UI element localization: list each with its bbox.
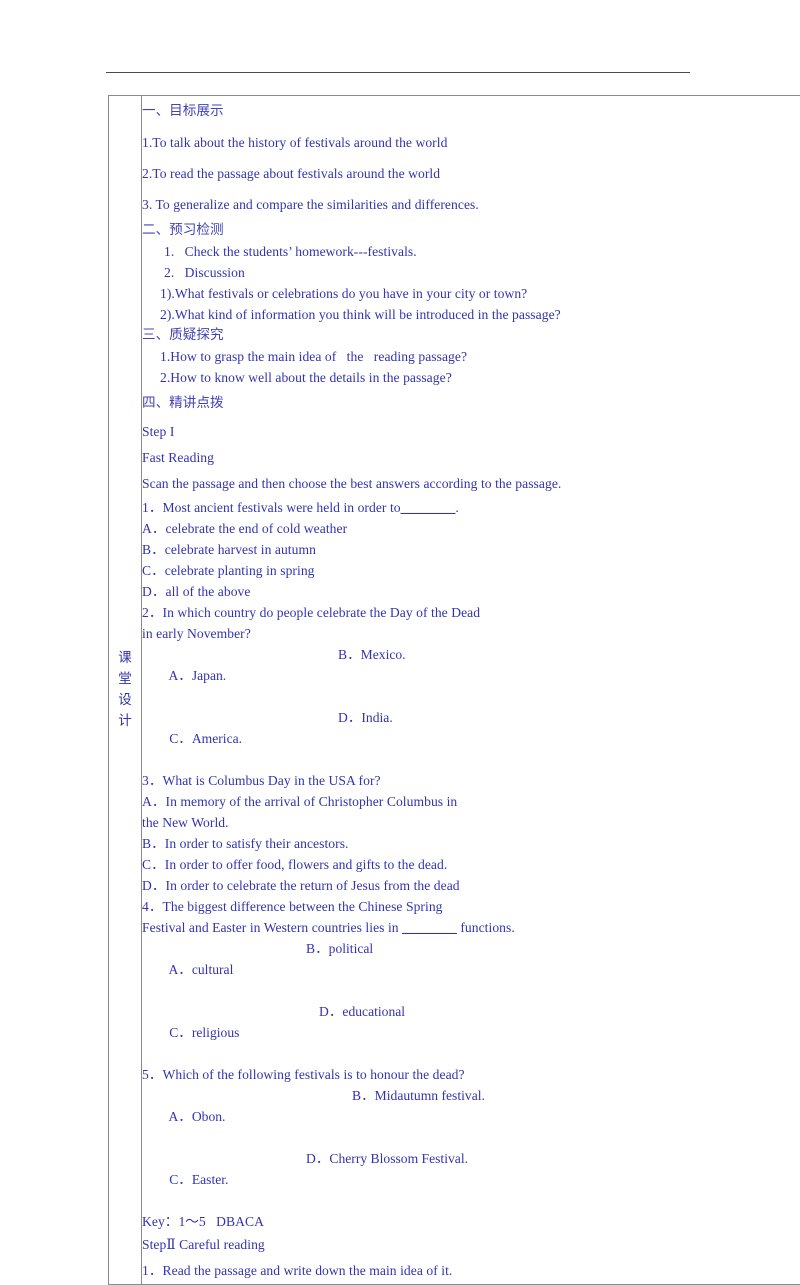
section-3-heading: 三、质疑探究 <box>142 325 800 346</box>
question-4-option-c: C．religious <box>169 1025 239 1040</box>
question-4-option-b: B．political <box>306 938 373 959</box>
question-2-stem: 2．In which country do people celebrate t… <box>142 602 800 623</box>
question-3-option-a-line2: the New World. <box>142 812 800 833</box>
question-4-option-a: A．cultural <box>168 962 233 977</box>
row-label-cell: 课 堂 设 计 <box>109 96 142 1285</box>
section-2-item-3: 1).What festivals or celebrations do you… <box>142 283 800 304</box>
page-top-rule <box>106 72 690 73</box>
question-3-option-a: A．In memory of the arrival of Christophe… <box>142 791 800 812</box>
question-1-option-a: A．celebrate the end of cold weather <box>142 518 800 539</box>
question-4-stem-line2-post: functions. <box>457 920 515 935</box>
lesson-content-cell: 一、目标展示 1.To talk about the history of fe… <box>142 96 800 1285</box>
section-4-heading: 四、精讲点拨 <box>142 388 800 419</box>
question-2-options-row-1: A．Japan. B．Mexico. <box>142 644 800 707</box>
question-1-option-d: D．all of the above <box>142 581 800 602</box>
vertical-label-ketangsheji: 课 堂 设 计 <box>109 648 141 732</box>
step-2-item-1: 1．Read the passage and write down the ma… <box>142 1258 800 1284</box>
section-2-item-2: 2. Discussion <box>142 262 800 283</box>
question-5-option-b: B．Midautumn festival. <box>352 1085 485 1106</box>
section-1-item-1: 1.To talk about the history of festivals… <box>142 127 800 158</box>
question-4-stem-line2: Festival and Easter in Western countries… <box>142 917 800 938</box>
question-5-option-d: D．Cherry Blossom Festival. <box>306 1148 468 1169</box>
answer-key-line: Key：1～5 DBACA <box>142 1211 800 1232</box>
question-1-stem-tail: . <box>455 500 458 515</box>
question-3-option-c: C．In order to offer food, flowers and gi… <box>142 854 800 875</box>
section-2-item-4: 2).What kind of information you think wi… <box>142 304 800 325</box>
section-1-item-3: 3. To generalize and compare the similar… <box>142 189 800 220</box>
question-3-stem: 3．What is Columbus Day in the USA for? <box>142 770 800 791</box>
question-2-option-d: D．India. <box>338 707 393 728</box>
question-5-options-row-2: C．Easter. D．Cherry Blossom Festival. <box>142 1148 800 1211</box>
question-1-blank: ________ <box>401 500 456 515</box>
step-1-label: Step I <box>142 419 800 445</box>
question-2-option-a: A．Japan. <box>168 668 226 683</box>
question-4-options-row-2: C．religious D．educational <box>142 1001 800 1064</box>
question-1-option-c: C．celebrate planting in spring <box>142 560 800 581</box>
question-2-options-row-2: C．America. D．India. <box>142 707 800 770</box>
question-1-stem-text: 1．Most ancient festivals were held in or… <box>142 500 401 515</box>
question-2-option-c: C．America. <box>169 731 242 746</box>
section-3-item-1: 1.How to grasp the main idea of the read… <box>142 346 800 367</box>
section-2-item-1: 1. Check the students’ homework---festiv… <box>142 241 800 262</box>
vertical-label-char-1: 课 <box>109 648 141 669</box>
question-5-option-a: A．Obon. <box>168 1109 225 1124</box>
question-4-stem: 4．The biggest difference between the Chi… <box>142 896 800 917</box>
question-2-option-b: B．Mexico. <box>338 644 406 665</box>
fast-reading-instruction: Scan the passage and then choose the bes… <box>142 471 800 497</box>
question-4-options-row-1: A．cultural B．political <box>142 938 800 1001</box>
question-3-option-d: D．In order to celebrate the return of Je… <box>142 875 800 896</box>
section-1-heading: 一、目标展示 <box>142 96 800 127</box>
vertical-label-char-3: 设 <box>109 690 141 711</box>
question-4-blank: ________ <box>402 920 457 935</box>
question-2-stem-line2: in early November? <box>142 623 800 644</box>
fast-reading-label: Fast Reading <box>142 445 800 471</box>
question-5-option-c: C．Easter. <box>169 1172 228 1187</box>
section-1-item-2: 2.To read the passage about festivals ar… <box>142 158 800 189</box>
lesson-plan-table: 课 堂 设 计 一、目标展示 1.To talk about the histo… <box>108 95 800 1285</box>
vertical-label-char-4: 计 <box>109 711 141 732</box>
question-5-options-row-1: A．Obon. B．Midautumn festival. <box>142 1085 800 1148</box>
step-2-label: StepⅡ Careful reading <box>142 1232 800 1258</box>
question-1-option-b: B．celebrate harvest in autumn <box>142 539 800 560</box>
question-4-stem-line2-pre: Festival and Easter in Western countries… <box>142 920 402 935</box>
section-2-heading: 二、预习检测 <box>142 220 800 241</box>
question-1-stem: 1．Most ancient festivals were held in or… <box>142 497 800 518</box>
question-3-option-b: B．In order to satisfy their ancestors. <box>142 833 800 854</box>
section-3-item-2: 2.How to know well about the details in … <box>142 367 800 388</box>
vertical-label-char-2: 堂 <box>109 669 141 690</box>
question-5-stem: 5．Which of the following festivals is to… <box>142 1064 800 1085</box>
question-4-option-d: D．educational <box>319 1001 405 1022</box>
table-row: 课 堂 设 计 一、目标展示 1.To talk about the histo… <box>109 96 800 1285</box>
